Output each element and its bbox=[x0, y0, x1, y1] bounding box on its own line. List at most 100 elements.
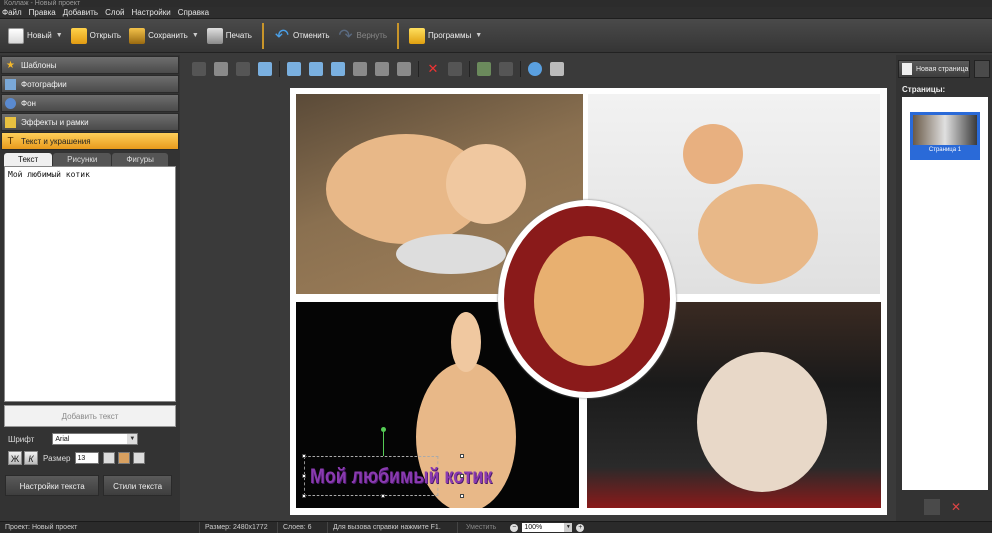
toolbar-separator bbox=[418, 61, 419, 77]
resize-handle[interactable] bbox=[460, 474, 464, 478]
zoom-out-icon[interactable]: − bbox=[510, 523, 519, 532]
background-icon bbox=[5, 97, 16, 109]
category-effects[interactable]: Эффекты и рамки bbox=[1, 113, 179, 131]
print-button-label: Печать bbox=[225, 31, 252, 40]
new-page-label: Новая страница bbox=[916, 65, 969, 73]
zoom-select[interactable]: 100% ▼ bbox=[522, 523, 573, 532]
size-label: Размер bbox=[43, 453, 71, 463]
flip-vertical-icon[interactable] bbox=[375, 62, 389, 76]
new-button-label: Новый bbox=[27, 31, 52, 40]
page-thumbnail-image bbox=[913, 115, 977, 145]
font-select[interactable]: Arial ▼ bbox=[52, 433, 139, 445]
text-overlay[interactable]: Мой любимый котик bbox=[304, 456, 492, 496]
page-thumbnail[interactable]: Страница 1 bbox=[910, 112, 980, 160]
crop-icon[interactable] bbox=[448, 62, 462, 76]
rotate-left-icon[interactable] bbox=[309, 62, 323, 76]
effects-icon bbox=[5, 116, 16, 128]
duplicate-page-icon[interactable] bbox=[924, 499, 940, 515]
programs-button[interactable]: Программы ▼ bbox=[405, 22, 486, 50]
text-icon: T bbox=[7, 135, 14, 147]
cat-photo-circle[interactable] bbox=[498, 200, 676, 398]
collage-canvas[interactable]: Мой любимый котик bbox=[290, 88, 887, 515]
text-input[interactable]: Мой любимый котик bbox=[4, 166, 176, 402]
effects-icon[interactable] bbox=[477, 62, 491, 76]
undo-button[interactable]: ↶ Отменить bbox=[270, 22, 334, 50]
category-photos[interactable]: Фотографии bbox=[1, 75, 179, 93]
zoom-value: 100% bbox=[524, 524, 543, 531]
print-button[interactable]: Печать bbox=[203, 22, 256, 50]
align-left-icon[interactable] bbox=[102, 452, 115, 464]
category-templates[interactable]: ★ Шаблоны bbox=[1, 56, 179, 74]
programs-button-label: Программы bbox=[428, 31, 472, 40]
align-icon[interactable] bbox=[287, 62, 301, 76]
text-tabs: Текст Рисунки Фигуры bbox=[4, 153, 176, 166]
gear-icon[interactable] bbox=[528, 62, 542, 76]
fit-button[interactable]: Уместить bbox=[466, 524, 496, 531]
chevron-down-icon[interactable]: ▼ bbox=[127, 434, 138, 444]
resize-handle[interactable] bbox=[302, 494, 306, 498]
flip-horizontal-icon[interactable] bbox=[353, 62, 367, 76]
open-button[interactable]: Открыть bbox=[67, 22, 125, 50]
menu-bar: Файл Правка Добавить Слой Настройки Спра… bbox=[0, 7, 992, 19]
pages-list: Страница 1 bbox=[902, 97, 988, 490]
redo-button[interactable]: ↷ Вернуть bbox=[334, 22, 391, 50]
chevron-down-icon[interactable]: ▼ bbox=[475, 32, 482, 39]
align-right-icon[interactable] bbox=[132, 452, 145, 464]
category-label: Текст и украшения bbox=[21, 136, 91, 146]
right-panel: Новая страница Страницы: Страница 1 ✕ bbox=[896, 55, 992, 521]
chevron-down-icon[interactable]: ▼ bbox=[56, 32, 63, 39]
rotate-handle-line bbox=[383, 432, 384, 456]
resize-handle[interactable] bbox=[460, 494, 464, 498]
save-icon bbox=[129, 27, 146, 44]
resize-handle[interactable] bbox=[381, 494, 385, 498]
resize-handle[interactable] bbox=[302, 474, 306, 478]
programs-icon bbox=[409, 27, 426, 44]
size-stepper[interactable]: 13 bbox=[74, 452, 99, 464]
new-button[interactable]: Новый ▼ bbox=[4, 22, 67, 50]
zoom-in-icon[interactable]: + bbox=[576, 523, 585, 532]
toolbar-separator bbox=[469, 61, 470, 77]
left-panel: ★ Шаблоны Фотографии Фон Эффекты и рамки… bbox=[0, 55, 180, 521]
text-settings-button[interactable]: Настройки текста bbox=[5, 475, 100, 496]
bold-button[interactable]: Ж bbox=[8, 451, 22, 465]
italic-button[interactable]: К bbox=[24, 451, 38, 465]
new-page-button[interactable]: Новая страница bbox=[898, 60, 970, 78]
layer-bottom-icon[interactable] bbox=[236, 62, 250, 76]
resize-handle[interactable] bbox=[302, 454, 306, 458]
text-styles-button[interactable]: Стили текста bbox=[103, 475, 172, 496]
delete-icon[interactable]: ✕ bbox=[426, 62, 440, 76]
tab-pictures[interactable]: Рисунки bbox=[53, 153, 112, 166]
undo-button-label: Отменить bbox=[292, 31, 330, 40]
toolbar-separator bbox=[520, 61, 521, 77]
page-options-button[interactable] bbox=[974, 60, 990, 78]
category-background[interactable]: Фон bbox=[1, 94, 179, 112]
tab-shapes[interactable]: Фигуры bbox=[112, 153, 168, 166]
layer-forward-icon[interactable] bbox=[214, 62, 228, 76]
status-project: Проект: Новый проект bbox=[0, 521, 200, 533]
menu-edit[interactable]: Правка bbox=[29, 8, 56, 17]
chevron-down-icon[interactable]: ▼ bbox=[192, 32, 199, 39]
menu-layer[interactable]: Слой bbox=[105, 8, 124, 17]
lock-icon[interactable] bbox=[550, 62, 564, 76]
add-text-button[interactable]: Добавить текст bbox=[4, 405, 176, 427]
resize-handle[interactable] bbox=[460, 454, 464, 458]
menu-file[interactable]: Файл bbox=[2, 8, 22, 17]
text-actions: Настройки текста Стили текста bbox=[5, 475, 176, 496]
rotate-right-icon[interactable] bbox=[331, 62, 345, 76]
mask-icon[interactable] bbox=[499, 62, 513, 76]
layer-back-icon[interactable] bbox=[192, 62, 206, 76]
delete-page-icon[interactable]: ✕ bbox=[948, 499, 964, 515]
category-text[interactable]: T Текст и украшения bbox=[1, 132, 179, 150]
rotate-handle[interactable] bbox=[381, 427, 386, 432]
chevron-down-icon[interactable]: ▼ bbox=[564, 523, 573, 532]
tab-text[interactable]: Текст bbox=[4, 153, 53, 166]
distribute-icon[interactable] bbox=[397, 62, 411, 76]
menu-add[interactable]: Добавить bbox=[63, 8, 98, 17]
layer-top-icon[interactable] bbox=[258, 62, 272, 76]
save-button[interactable]: Сохранить ▼ bbox=[125, 22, 203, 50]
menu-help[interactable]: Справка bbox=[178, 8, 209, 17]
align-center-icon[interactable] bbox=[117, 452, 130, 464]
status-help: Для вызова справки нажмите F1. bbox=[328, 521, 458, 533]
folder-icon bbox=[70, 27, 87, 44]
menu-settings[interactable]: Настройки bbox=[132, 8, 171, 17]
